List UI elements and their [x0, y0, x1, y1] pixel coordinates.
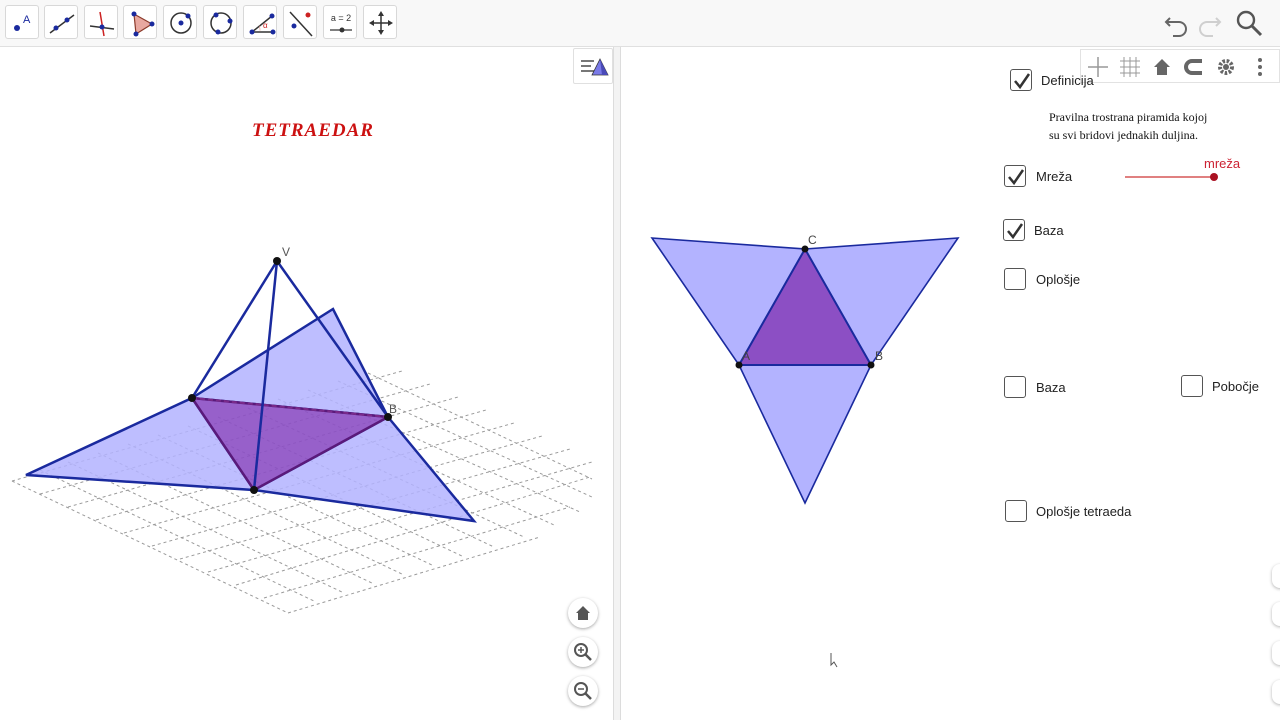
- checkmark-icon: [1007, 223, 1024, 240]
- zoom-out-button[interactable]: [568, 676, 598, 706]
- mreza-slider[interactable]: [1125, 173, 1218, 181]
- slider-thumb[interactable]: [1210, 173, 1218, 181]
- pobocje-checkbox[interactable]: [1181, 375, 1203, 397]
- side-panel-button[interactable]: [1272, 564, 1280, 588]
- line-tool-button[interactable]: [44, 5, 78, 39]
- toolbar: A α a = 2: [0, 0, 1280, 47]
- line-icon: [49, 14, 75, 34]
- net-label-c: C: [808, 233, 817, 247]
- circle-icon: [170, 12, 192, 34]
- side-panel-button[interactable]: [1272, 680, 1280, 704]
- polygon-icon: [131, 11, 155, 37]
- search-icon: [1236, 10, 1263, 37]
- net-label-b: B: [875, 349, 883, 363]
- graphics-3d-view[interactable]: TETRAEDAR V B: [0, 47, 613, 720]
- vertex-label-v: V: [282, 245, 290, 259]
- side-panel-button[interactable]: [1272, 602, 1280, 626]
- baza-checkbox-bottom[interactable]: [1004, 376, 1026, 398]
- checkmark-icon: [1008, 169, 1025, 186]
- svg-text:α: α: [263, 21, 268, 30]
- redo-button[interactable]: [1195, 8, 1225, 38]
- zoom-in-button[interactable]: [568, 637, 598, 667]
- vertex-label-b: B: [389, 402, 397, 416]
- definition-line-1: Pravilna trostrana piramida kojoj: [1049, 110, 1208, 124]
- circle-through-points-tool-button[interactable]: [203, 5, 237, 39]
- definicija-label: Definicija: [1041, 73, 1094, 88]
- move-arrows-icon: [369, 11, 393, 35]
- mreza-slider-label: mreža: [1204, 156, 1241, 171]
- point-tool-button[interactable]: A: [5, 5, 39, 39]
- graphics-2d-view[interactable]: A B C Definicija Pravilna trostrana pira…: [621, 47, 1280, 720]
- net-label-a: A: [742, 349, 750, 363]
- view-divider[interactable]: [613, 47, 621, 720]
- home-icon: [576, 606, 590, 620]
- zoom-out-icon: [574, 682, 592, 700]
- pobocje-label: Pobočje: [1212, 379, 1259, 394]
- mouse-cursor-icon: [830, 653, 838, 668]
- perpendicular-line-tool-button[interactable]: [84, 5, 118, 39]
- move-graphics-tool-button[interactable]: [363, 5, 397, 39]
- slider-tool-button[interactable]: a = 2: [323, 5, 357, 39]
- angle-tool-button[interactable]: α: [243, 5, 277, 39]
- tetrahedron-3d-drawing: V B: [11, 245, 593, 614]
- oplosje-tetraeda-checkbox[interactable]: [1005, 500, 1027, 522]
- zoom-in-icon: [574, 643, 592, 661]
- mreza-checkbox[interactable]: [1004, 165, 1026, 187]
- angle-icon: α: [249, 13, 276, 35]
- baza-checkbox-top[interactable]: [1003, 219, 1025, 241]
- definition-line-2: su svi bridovi jednakih duljina.: [1049, 128, 1198, 142]
- definition-text: Pravilna trostrana piramida kojoj su svi…: [1049, 108, 1249, 144]
- oplosje-checkbox[interactable]: [1004, 268, 1026, 290]
- circle-three-points-icon: [210, 12, 233, 35]
- mreza-label: Mreža: [1036, 169, 1073, 184]
- baza-label-top: Baza: [1034, 223, 1064, 238]
- definicija-checkbox[interactable]: [1010, 69, 1032, 91]
- reflect-tool-button[interactable]: [283, 5, 317, 39]
- slider-icon: [330, 27, 352, 33]
- oplosje-tetraeda-label: Oplošje tetraeda: [1036, 504, 1132, 519]
- point-icon: A: [14, 14, 31, 31]
- svg-text:A: A: [23, 14, 31, 26]
- circle-tool-button[interactable]: [163, 5, 197, 39]
- search-button[interactable]: [1234, 8, 1264, 38]
- side-panel-button[interactable]: [1272, 641, 1280, 665]
- checkmark-icon: [1014, 73, 1031, 90]
- redo-icon: [1199, 17, 1222, 37]
- baza-label-bottom: Baza: [1036, 380, 1066, 395]
- undo-icon: [1164, 17, 1187, 37]
- reflect-icon: [289, 11, 313, 37]
- undo-button[interactable]: [1161, 8, 1191, 38]
- polygon-tool-button[interactable]: [123, 5, 157, 39]
- oplosje-label: Oplošje: [1036, 272, 1081, 287]
- perpendicular-line-icon: [89, 11, 115, 37]
- home-view-button[interactable]: [568, 598, 598, 628]
